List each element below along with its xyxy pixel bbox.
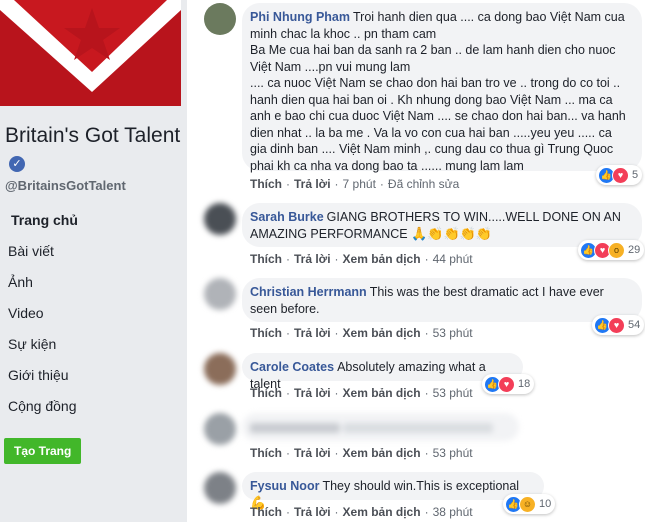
comment-actions: Thích · Trả lời · Xem bản dịch · 53 phút — [250, 326, 473, 340]
like-link[interactable]: Thích — [250, 326, 282, 340]
page-handle[interactable]: @BritainsGotTalent — [5, 178, 126, 193]
comment-author[interactable]: Sarah Burke — [250, 210, 324, 224]
nav-item-posts[interactable]: Bài viết — [0, 236, 181, 267]
comment-text: Troi hanh dien qua .... ca dong bao Việt… — [250, 10, 626, 173]
page-name-text[interactable]: Britain's Got Talent — [5, 124, 180, 147]
comment-author[interactable]: Carole Coates — [250, 360, 334, 374]
reaction-count: 29 — [628, 244, 641, 256]
like-link[interactable]: Thích — [250, 252, 282, 266]
comments-feed: Phi Nhung Pham Troi hanh dien qua .... ca… — [187, 0, 645, 522]
comment-actions: Thích · Trả lời · Xem bản dịch · 53 phút — [250, 386, 473, 400]
nav-item-video[interactable]: Video — [0, 298, 181, 329]
comment-time[interactable]: 38 phút — [433, 505, 473, 519]
reply-link[interactable]: Trả lời — [294, 177, 331, 191]
wow-reaction-icon: o — [608, 241, 625, 259]
comment-time[interactable]: 53 phút — [433, 386, 473, 400]
see-translation-link[interactable]: Xem bản dịch — [343, 326, 421, 340]
comment-bubble: Carole Coates Absolutely amazing what a t… — [242, 353, 523, 391]
create-page-button[interactable]: Tạo Trang — [4, 438, 82, 464]
comment-author[interactable]: Christian Herrmann — [250, 285, 367, 299]
like-link[interactable]: Thích — [250, 177, 282, 191]
avatar[interactable] — [204, 3, 236, 35]
comment-time[interactable]: 53 phút — [433, 326, 473, 340]
comment-text: They should win.This is exceptional — [322, 479, 520, 493]
reaction-count: 18 — [518, 378, 531, 390]
comment-bubble: Phi Nhung Pham Troi hanh dien qua .... ca… — [242, 3, 642, 173]
avatar[interactable] — [204, 353, 236, 385]
avatar[interactable] — [204, 278, 236, 310]
haha-reaction-icon: ☺ — [519, 495, 536, 513]
edited-label[interactable]: Đã chỉnh sửa — [388, 177, 459, 191]
page-title[interactable]: Britain's Got Talent ✓ — [5, 122, 183, 178]
comment-time[interactable]: 7 phút — [343, 177, 376, 191]
comment-author[interactable]: Fysuu Noor — [250, 479, 319, 493]
avatar[interactable] — [204, 203, 236, 235]
reaction-count: 10 — [539, 498, 552, 510]
see-translation-link[interactable]: Xem bản dịch — [343, 446, 421, 460]
love-reaction-icon: ♥ — [608, 316, 625, 334]
like-link[interactable]: Thích — [250, 505, 282, 519]
reply-link[interactable]: Trả lời — [294, 252, 331, 266]
comment-bubble: Christian Herrmann This was the best dram… — [242, 278, 642, 322]
bgt-star-logo-icon — [0, 0, 181, 106]
clapping-hands-emoji-icon: 👏👏👏👏 — [427, 225, 493, 241]
avatar[interactable] — [204, 472, 236, 504]
comment-time[interactable]: 53 phút — [433, 446, 473, 460]
comment-bubble-blurred — [242, 413, 519, 441]
see-translation-link[interactable]: Xem bản dịch — [343, 252, 421, 266]
comment-actions: Thích · Trả lời · Xem bản dịch · 44 phút — [250, 252, 473, 266]
comment-time[interactable]: 44 phút — [433, 252, 473, 266]
comment-actions: Thích · Trả lời · Xem bản dịch · 53 phút — [250, 446, 473, 460]
comment-actions: Thích · Trả lời · Xem bản dịch · 38 phút — [250, 505, 473, 519]
like-link[interactable]: Thích — [250, 386, 282, 400]
page-cover-logo[interactable] — [0, 0, 181, 106]
reaction-summary[interactable]: 👍 ♥ 18 — [482, 374, 535, 394]
love-reaction-icon: ♥ — [612, 166, 629, 184]
reaction-summary[interactable]: 👍 ☺ 10 — [503, 494, 556, 514]
reaction-summary[interactable]: 👍 ♥ o 29 — [578, 240, 645, 260]
praying-hands-emoji-icon: 🙏 — [411, 225, 428, 241]
comment-author[interactable]: Phi Nhung Pham — [250, 10, 350, 24]
comment-actions: Thích · Trả lời · 7 phút · Đã chỉnh sửa — [250, 177, 460, 191]
reply-link[interactable]: Trả lời — [294, 505, 331, 519]
reaction-count: 5 — [632, 169, 639, 181]
avatar[interactable] — [204, 413, 236, 445]
reply-link[interactable]: Trả lời — [294, 326, 331, 340]
nav-item-photos[interactable]: Ảnh — [0, 267, 181, 298]
comment-bubble: Fysuu Noor They should win.This is except… — [242, 472, 544, 510]
love-reaction-icon: ♥ — [498, 375, 515, 393]
nav-item-home[interactable]: Trang chủ — [0, 205, 181, 236]
see-translation-link[interactable]: Xem bản dịch — [343, 386, 421, 400]
left-column: Britain's Got Talent ✓ @BritainsGotTalen… — [0, 0, 187, 522]
reply-link[interactable]: Trả lời — [294, 386, 331, 400]
verified-badge-icon: ✓ — [9, 156, 25, 173]
page-nav: Trang chủ Bài viết Ảnh Video Sự kiện Giớ… — [0, 205, 181, 422]
nav-item-about[interactable]: Giới thiệu — [0, 360, 181, 391]
reaction-summary[interactable]: 👍 ♥ 54 — [592, 315, 645, 335]
reaction-count: 54 — [628, 319, 641, 331]
nav-item-community[interactable]: Cộng đồng — [0, 391, 181, 422]
reply-link[interactable]: Trả lời — [294, 446, 331, 460]
see-translation-link[interactable]: Xem bản dịch — [343, 505, 421, 519]
reaction-summary[interactable]: 👍 ♥ 5 — [596, 165, 643, 185]
like-link[interactable]: Thích — [250, 446, 282, 460]
nav-item-events[interactable]: Sự kiện — [0, 329, 181, 360]
